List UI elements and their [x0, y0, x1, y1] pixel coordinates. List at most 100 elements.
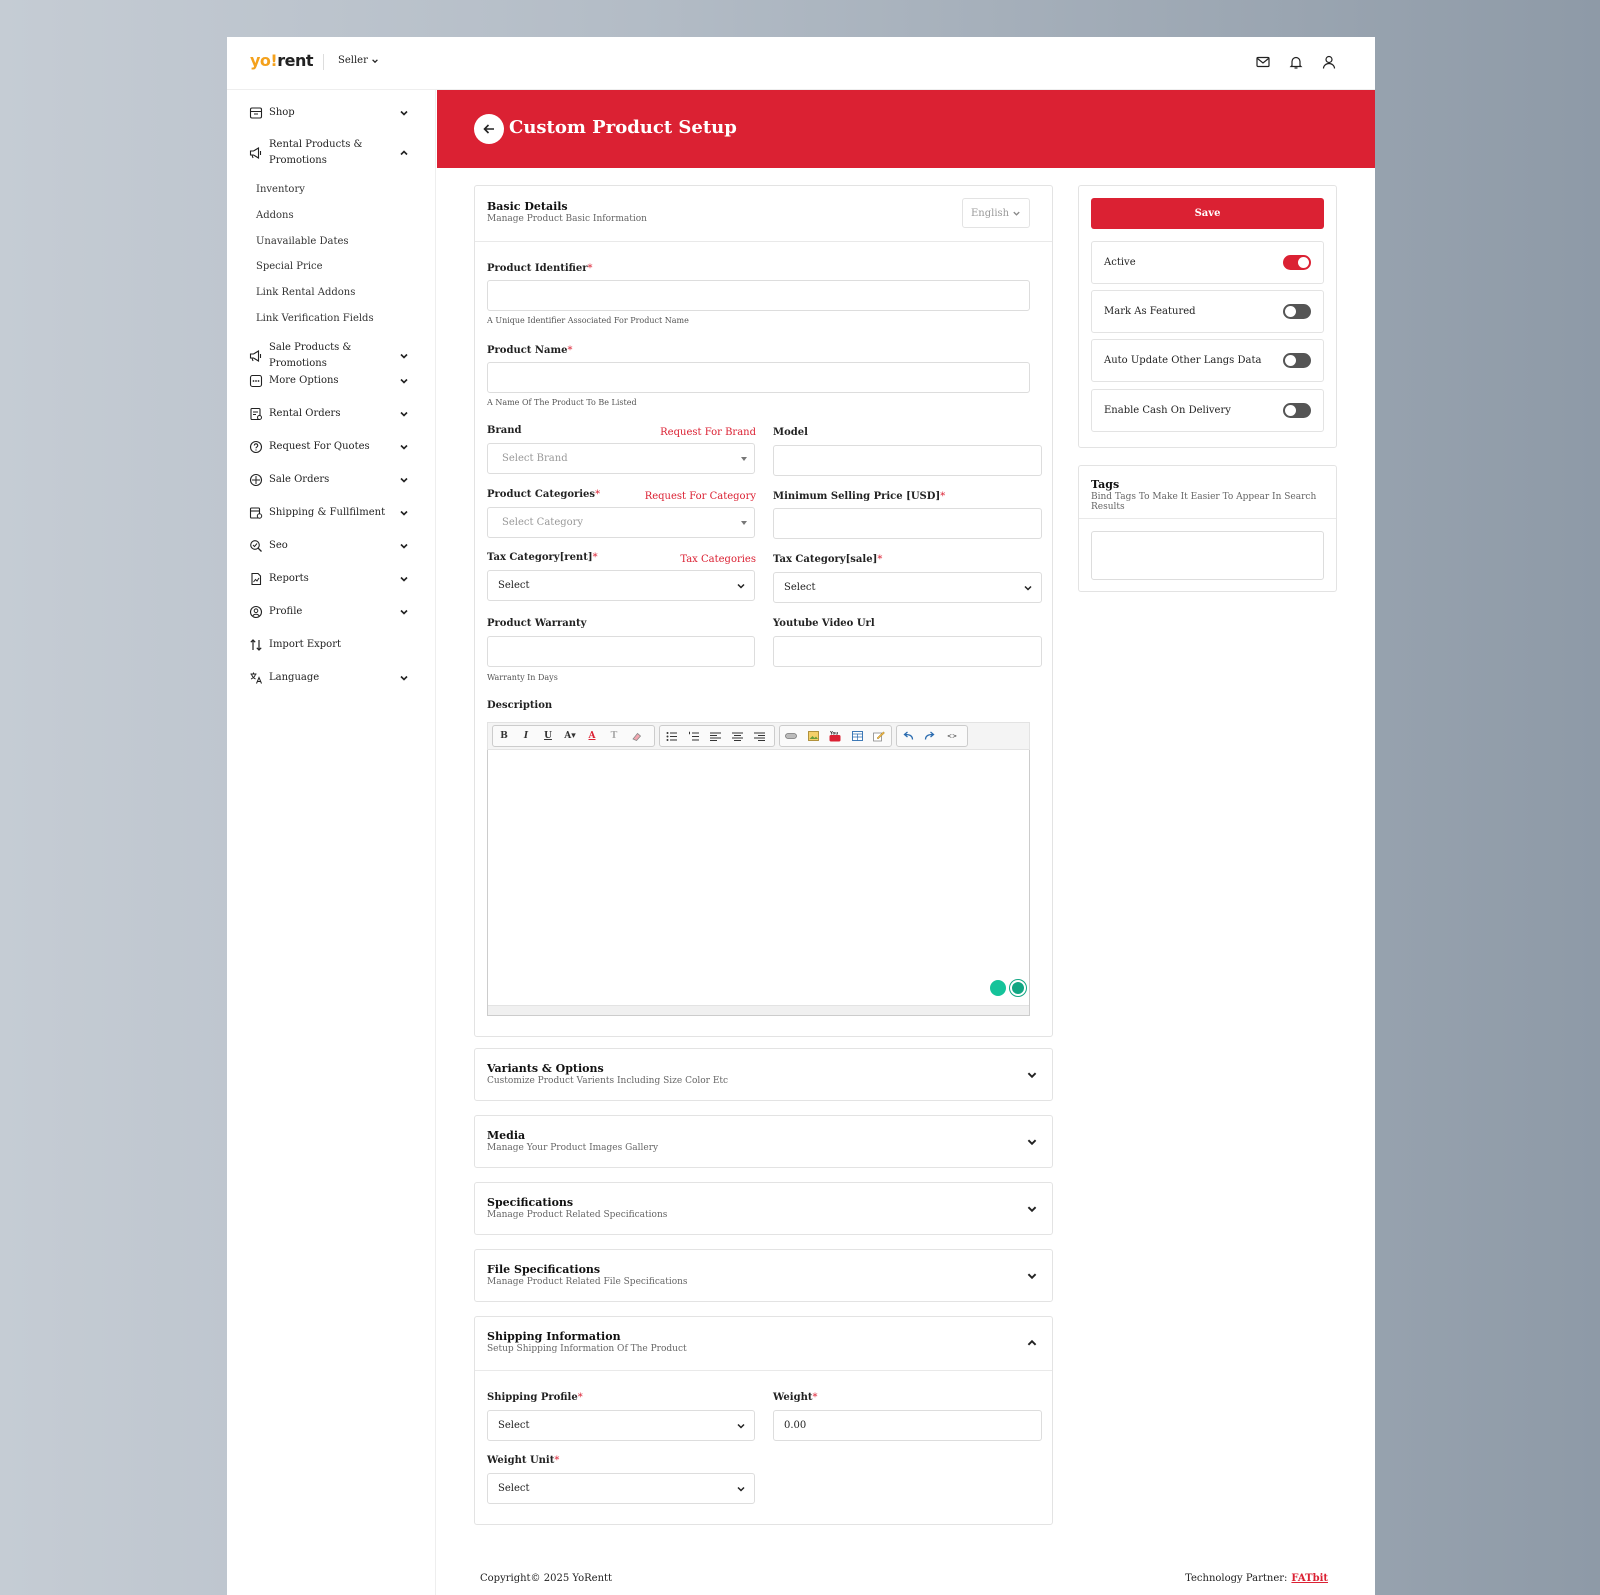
bold-icon[interactable]: B [493, 726, 515, 746]
bullet-list-icon[interactable] [660, 726, 682, 746]
youtube-input[interactable] [773, 636, 1042, 667]
section-subtitle: Manage Product Related File Specificatio… [487, 1277, 688, 1287]
editor-resize-handle[interactable] [488, 1005, 1029, 1015]
brand-label: Brand [487, 425, 522, 436]
tax-categories-link[interactable]: Tax Categories [680, 554, 756, 565]
brand-select[interactable]: Select Brand [487, 443, 755, 474]
highlight-icon[interactable]: T [603, 726, 625, 746]
shipping-section: Shipping Information Setup Shipping Info… [474, 1316, 1053, 1525]
section-subtitle: Manage Product Related Specifications [487, 1210, 668, 1220]
sidebar-subitem-link-verification-fields[interactable]: Link Verification Fields [256, 313, 374, 324]
sidebar-item-more-options[interactable]: More Options [249, 373, 409, 389]
editor-toolbar: B I U A▾ A T You <> [487, 722, 1030, 750]
weight-input[interactable]: 0.00 [773, 1410, 1042, 1441]
section-title: File Specifications [487, 1263, 601, 1276]
language-select[interactable]: English [962, 198, 1030, 228]
tags-input[interactable] [1091, 531, 1324, 580]
sidebar-item-rental-orders[interactable]: Rental Orders [249, 406, 409, 422]
description-editor[interactable] [487, 750, 1030, 1016]
youtube-icon[interactable]: You [824, 726, 846, 746]
partner-link[interactable]: FATbit [1291, 1573, 1328, 1584]
model-input[interactable] [773, 445, 1042, 476]
bell-icon[interactable] [1288, 54, 1304, 70]
align-right-icon[interactable] [748, 726, 770, 746]
source-code-icon[interactable]: <> [941, 726, 963, 746]
role-dropdown[interactable]: Seller [338, 55, 379, 66]
numbered-list-icon[interactable] [682, 726, 704, 746]
sidebar-subitem-unavailable-dates[interactable]: Unavailable Dates [256, 236, 349, 247]
font-color-icon[interactable]: A [581, 726, 603, 746]
sidebar-item-shop[interactable]: Shop [249, 105, 409, 121]
toolbar-group-format: B I U A▾ A T [492, 725, 655, 747]
user-icon[interactable] [1321, 54, 1337, 70]
font-size-icon[interactable]: A▾ [559, 726, 581, 746]
logo[interactable]: yo!rent [250, 51, 313, 70]
sidebar-subitem-inventory[interactable]: Inventory [256, 184, 305, 195]
media-section[interactable]: Media Manage Your Product Images Gallery [474, 1115, 1053, 1168]
min-price-input[interactable] [773, 508, 1042, 539]
sidebar-item-sale-orders[interactable]: Sale Orders [249, 472, 409, 488]
tax-sale-select[interactable]: Select [773, 572, 1042, 603]
request-category-link[interactable]: Request For Category [645, 491, 756, 502]
product-name-input[interactable] [487, 362, 1030, 393]
sidebar-item-rental-products[interactable]: Rental Products & Promotions [249, 137, 409, 169]
italic-icon[interactable]: I [515, 726, 537, 746]
divider [475, 241, 1052, 242]
edit-html-icon[interactable] [868, 726, 890, 746]
sidebar-subitem-addons[interactable]: Addons [256, 210, 294, 221]
sidebar-item-sale-products[interactable]: Sale Products & Promotions [249, 340, 409, 372]
sidebar-item-request-quotes[interactable]: Request For Quotes [249, 439, 409, 455]
mail-icon[interactable] [1255, 54, 1271, 70]
category-select[interactable]: Select Category [487, 507, 755, 538]
chevron-down-icon [400, 411, 408, 417]
chevron-down-icon [372, 58, 378, 63]
sidebar-item-profile[interactable]: Profile [249, 604, 409, 620]
eraser-icon[interactable] [625, 726, 647, 746]
weight-unit-select[interactable]: Select [487, 1473, 755, 1504]
underline-icon[interactable]: U [537, 726, 559, 746]
request-brand-link[interactable]: Request For Brand [660, 427, 756, 438]
sidebar-item-shipping[interactable]: Shipping & Fullfilment [249, 505, 409, 521]
sidebar-item-seo[interactable]: Seo [249, 538, 409, 554]
section-subtitle: Manage Your Product Images Gallery [487, 1143, 659, 1153]
section-title: Variants & Options [487, 1062, 604, 1075]
sidebar-item-language[interactable]: Language [249, 670, 409, 686]
sidebar-subitem-link-rental-addons[interactable]: Link Rental Addons [256, 287, 355, 298]
featured-switch[interactable] [1283, 304, 1311, 319]
tax-rent-select[interactable]: Select [487, 570, 755, 601]
warranty-label: Product Warranty [487, 618, 587, 629]
align-left-icon[interactable] [704, 726, 726, 746]
table-icon[interactable] [846, 726, 868, 746]
sidebar-subitem-special-price[interactable]: Special Price [256, 261, 323, 272]
cod-switch[interactable] [1283, 403, 1311, 418]
chevron-up-icon[interactable] [1026, 1337, 1038, 1349]
undo-icon[interactable] [897, 726, 919, 746]
divider [323, 54, 324, 70]
tags-title: Tags [1091, 478, 1120, 491]
warranty-input[interactable] [487, 636, 755, 667]
auto-update-switch[interactable] [1283, 353, 1311, 368]
active-switch[interactable] [1283, 255, 1311, 270]
caret-down-icon [741, 457, 747, 461]
shipping-profile-select[interactable]: Select [487, 1410, 755, 1441]
sidebar-item-reports[interactable]: Reports [249, 571, 409, 587]
divider [1079, 518, 1336, 519]
save-button[interactable]: Save [1091, 198, 1324, 229]
grammarly-icon[interactable] [1010, 980, 1026, 996]
back-button[interactable] [474, 114, 504, 144]
product-identifier-input[interactable] [487, 280, 1030, 311]
file-specifications-section[interactable]: File Specifications Manage Product Relat… [474, 1249, 1053, 1302]
align-center-icon[interactable] [726, 726, 748, 746]
variants-section[interactable]: Variants & Options Customize Product Var… [474, 1048, 1053, 1101]
toolbar-group-insert: You [779, 725, 892, 747]
link-icon[interactable] [780, 726, 802, 746]
tags-panel: Tags Bind Tags To Make It Easier To Appe… [1078, 465, 1337, 592]
status-panel: Save Active Mark As Featured Auto Update… [1078, 185, 1337, 448]
sidebar-item-import-export[interactable]: Import Export [249, 637, 409, 653]
image-icon[interactable] [802, 726, 824, 746]
language-icon [250, 672, 262, 684]
specifications-section[interactable]: Specifications Manage Product Related Sp… [474, 1182, 1053, 1235]
grammarly-suggestion-icon[interactable] [990, 980, 1006, 996]
redo-icon[interactable] [919, 726, 941, 746]
caret-down-icon [741, 521, 747, 525]
